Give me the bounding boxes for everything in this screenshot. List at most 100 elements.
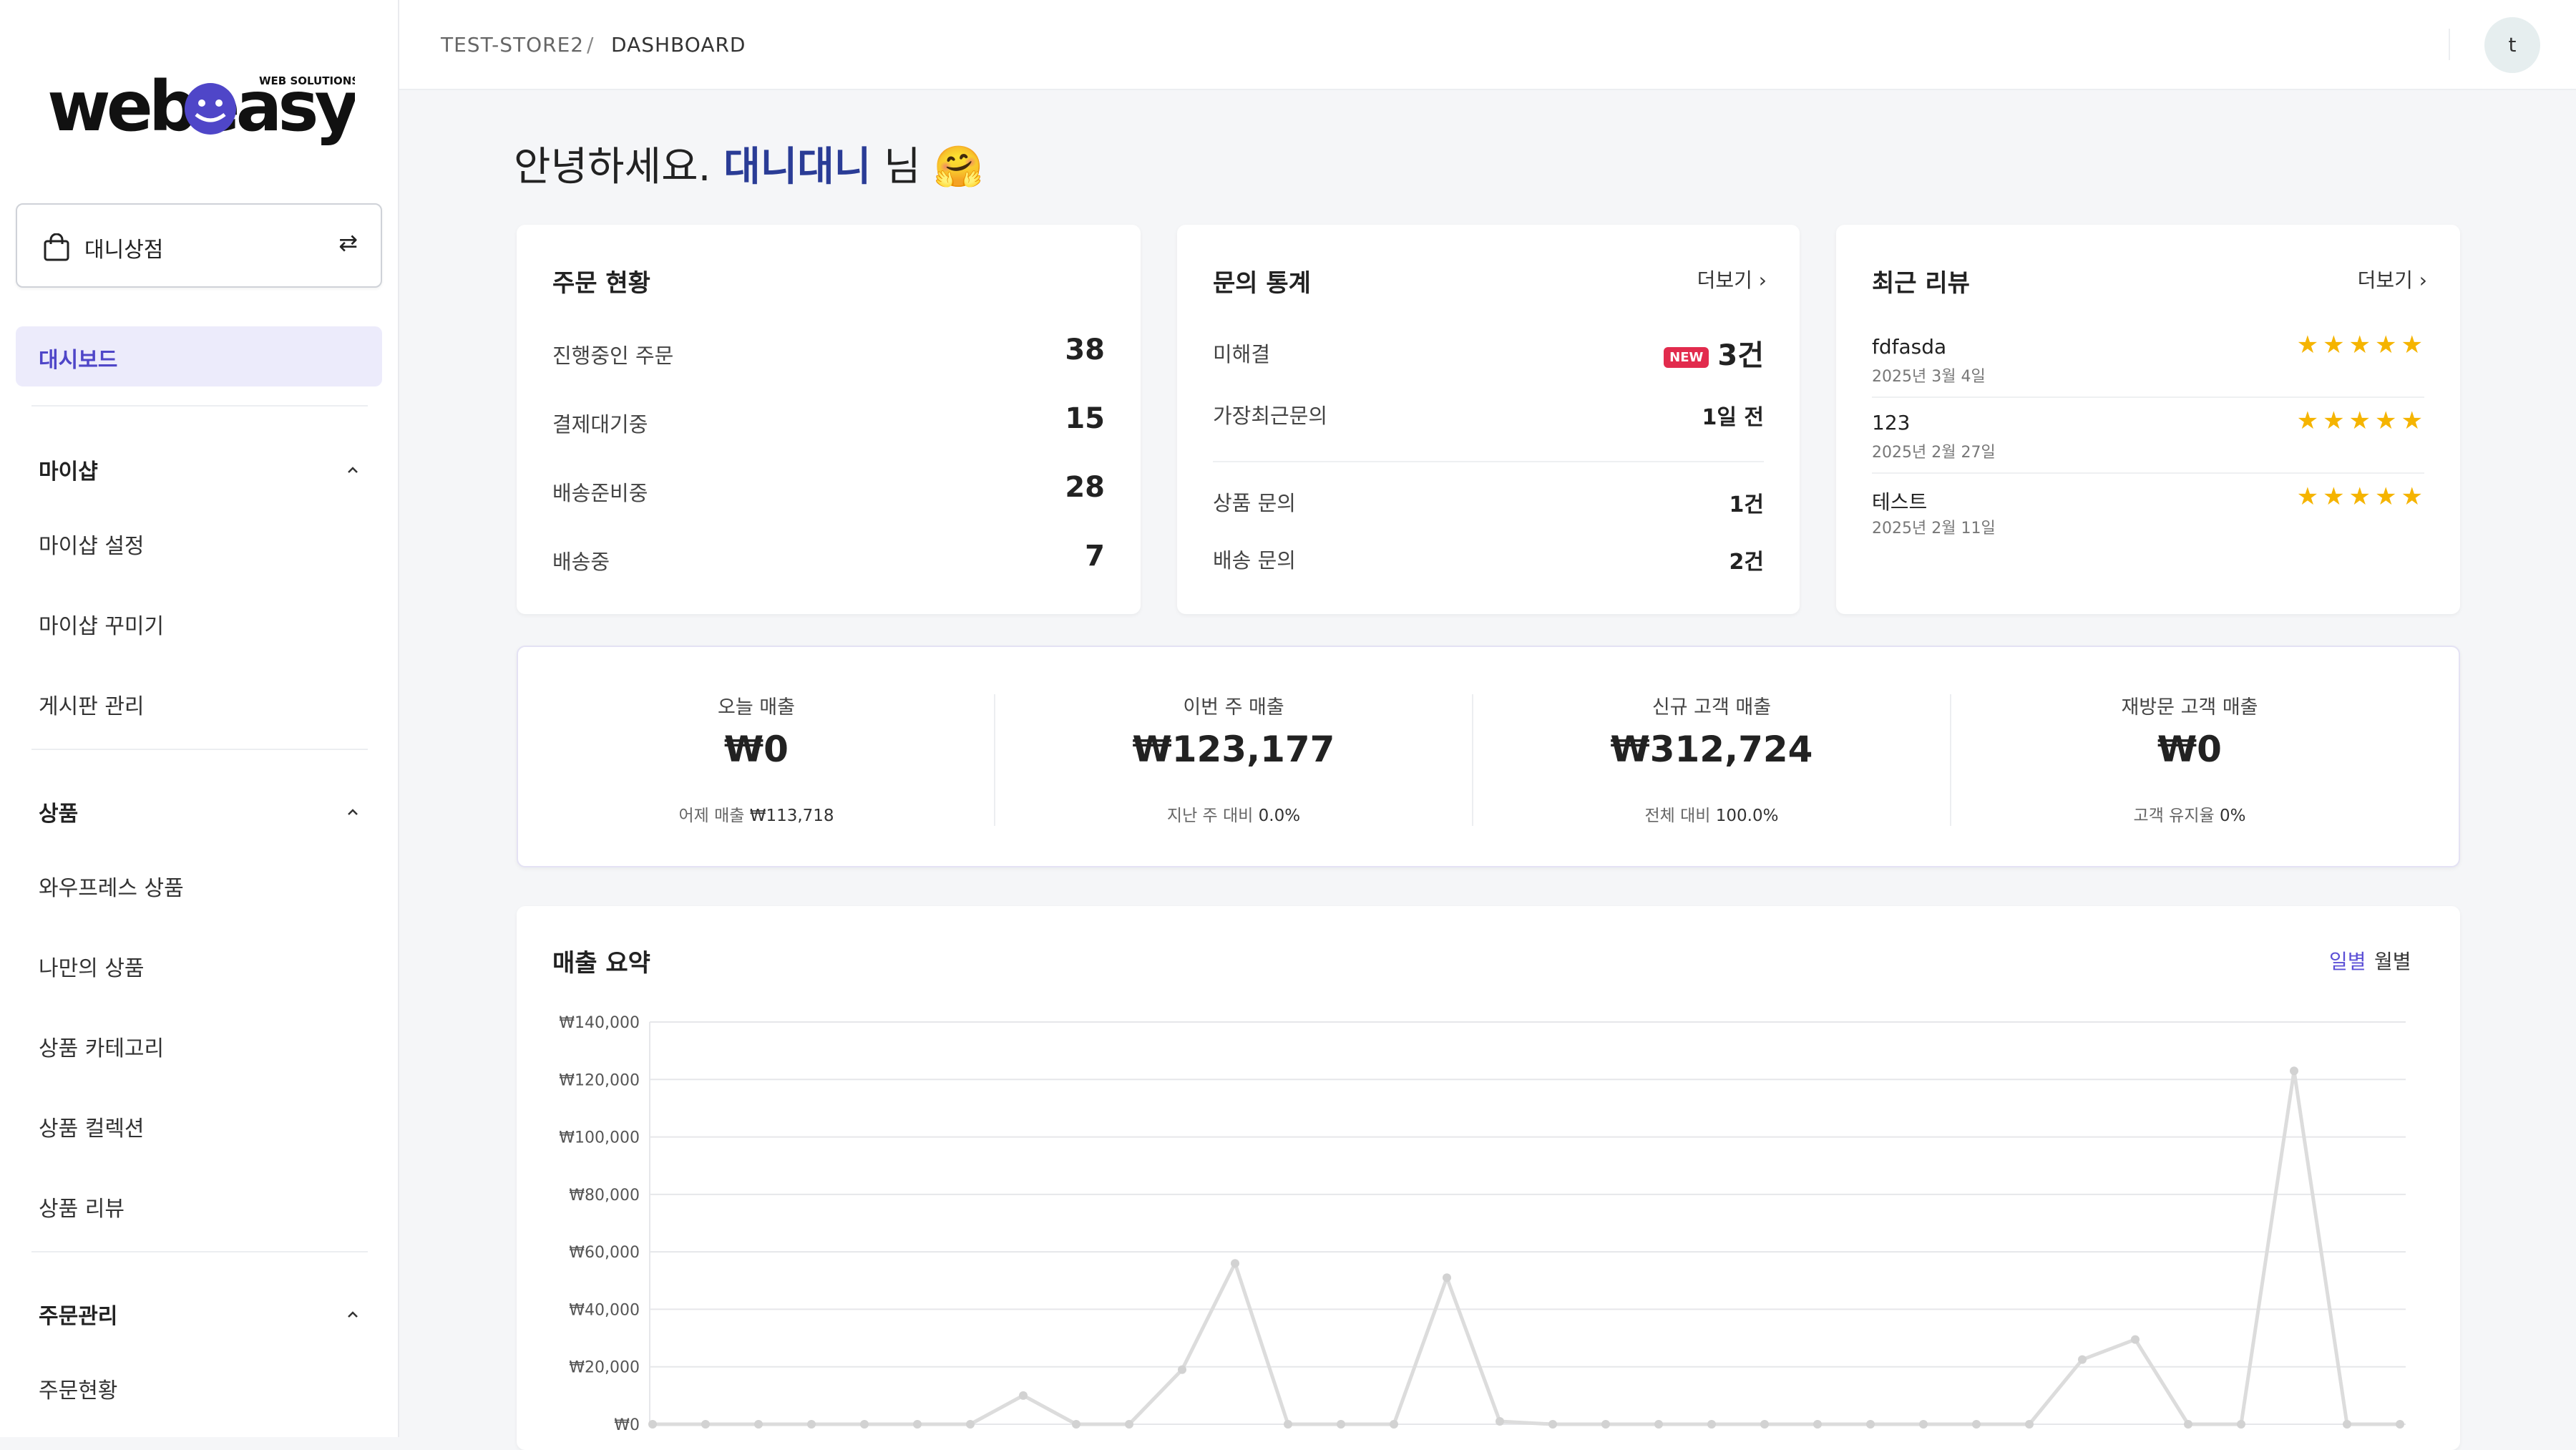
divider [2449, 29, 2450, 60]
greeting: 안녕하세요. 대니대니 님 🤗 [514, 135, 983, 193]
data-point[interactable] [913, 1420, 922, 1429]
sidebar-item-myshop-settings[interactable]: 마이샵 설정 [39, 528, 145, 560]
data-point[interactable] [2237, 1420, 2245, 1429]
stat-sub-value: 100.0% [1715, 807, 1779, 825]
breadcrumb-separator: / [587, 33, 594, 57]
card-title: 최근 리뷰 [1872, 269, 1970, 298]
more-link[interactable]: 더보기 › [1697, 265, 1767, 293]
sidebar-item-order-status[interactable]: 주문현황 [39, 1373, 117, 1404]
swap-icon[interactable]: ⇄ [338, 229, 358, 256]
stat-new-customer-sales: 신규 고객 매출 ₩312,724 전체 대비 100.0% [1473, 647, 1950, 869]
sales-series-line [653, 1069, 2400, 1426]
data-point[interactable] [2290, 1066, 2298, 1076]
data-point[interactable] [701, 1420, 710, 1429]
stat-label: 재방문 고객 매출 [2121, 696, 2258, 719]
data-point[interactable] [807, 1420, 816, 1429]
y-tick-label: ₩60,000 [569, 1244, 640, 1262]
data-point[interactable] [1178, 1365, 1186, 1374]
y-tick-label: ₩80,000 [569, 1187, 640, 1205]
inquiry-row-label: 배송 문의 [1213, 548, 1296, 573]
sidebar-item-dashboard[interactable]: 대시보드 [16, 326, 382, 386]
breadcrumb-store[interactable]: TEST-STORE2 [441, 33, 584, 57]
data-point[interactable] [1072, 1420, 1080, 1429]
review-author[interactable]: 테스트 [1872, 487, 1927, 515]
stat-sub-label: 고객 유지율 [2133, 807, 2215, 825]
sidebar-item-wowpress-products[interactable]: 와우프레스 상품 [39, 870, 184, 902]
section-myshop[interactable]: 마이샵 [39, 454, 98, 485]
sidebar-item-board-manage[interactable]: 게시판 관리 [39, 688, 145, 720]
chevron-up-icon[interactable] [346, 464, 359, 477]
data-point[interactable] [966, 1420, 975, 1429]
data-point[interactable] [2078, 1355, 2087, 1364]
inquiry-row-value: 1건 [1729, 492, 1764, 517]
data-point[interactable] [1443, 1273, 1451, 1283]
data-point[interactable] [1919, 1420, 1928, 1429]
data-point[interactable] [754, 1420, 763, 1429]
section-products[interactable]: 상품 [39, 796, 78, 827]
order-row-value: 28 [1065, 471, 1105, 504]
stat-sub-label: 전체 대비 [1644, 807, 1711, 825]
data-point[interactable] [1125, 1420, 1133, 1429]
divider [31, 749, 368, 750]
more-label: 더보기 [2357, 268, 2413, 292]
data-point[interactable] [860, 1420, 869, 1429]
data-point[interactable] [1760, 1420, 1769, 1429]
data-point[interactable] [1866, 1420, 1875, 1429]
review-date: 2025년 2월 11일 [1872, 520, 1996, 537]
stat-week-sales: 이번 주 매출 ₩123,177 지난 주 대비 0.0% [995, 647, 1472, 869]
chevron-up-icon[interactable] [346, 1308, 359, 1321]
data-point[interactable] [2396, 1420, 2404, 1429]
data-point[interactable] [1019, 1391, 1028, 1400]
card-title: 주문 현황 [552, 269, 650, 298]
data-point[interactable] [2184, 1420, 2192, 1429]
sidebar-item-product-review[interactable]: 상품 리뷰 [39, 1191, 125, 1222]
review-author[interactable]: fdfasda [1872, 335, 1946, 359]
y-tick-label: ₩120,000 [559, 1071, 640, 1089]
data-point[interactable] [1707, 1420, 1716, 1429]
inquiry-row-label: 가장최근문의 [1213, 404, 1328, 428]
webeasy-logo[interactable]: WEB SOLUTIONS webeasy [47, 72, 355, 152]
y-tick-label: ₩140,000 [559, 1014, 640, 1032]
sidebar-item-product-collection[interactable]: 상품 컬렉션 [39, 1111, 145, 1142]
data-point[interactable] [2025, 1420, 2034, 1429]
data-point[interactable] [1284, 1420, 1292, 1429]
store-switcher[interactable]: 대니상점 ⇄ [16, 203, 382, 288]
stat-sub: 어제 매출 ₩113,718 [518, 802, 995, 826]
more-link[interactable]: 더보기 › [2358, 265, 2427, 293]
data-point[interactable] [2343, 1420, 2351, 1429]
stat-value: ₩0 [724, 729, 789, 770]
data-point[interactable] [1813, 1420, 1822, 1429]
stat-sub-value: 0% [2219, 807, 2246, 825]
sidebar-item-my-products[interactable]: 나만의 상품 [39, 950, 145, 982]
data-point[interactable] [1337, 1420, 1345, 1429]
sidebar-item-product-category[interactable]: 상품 카테고리 [39, 1031, 164, 1062]
stat-label: 신규 고객 매출 [1652, 696, 1772, 719]
data-point[interactable] [2131, 1335, 2140, 1344]
new-badge: NEW [1664, 346, 1709, 368]
breadcrumb-current: DASHBOARD [611, 33, 746, 57]
data-point[interactable] [1548, 1420, 1557, 1429]
avatar[interactable]: t [2484, 17, 2540, 73]
section-orders[interactable]: 주문관리 [39, 1298, 117, 1330]
review-author[interactable]: 123 [1872, 411, 1910, 434]
data-point[interactable] [1496, 1416, 1504, 1426]
data-point[interactable] [1972, 1420, 1981, 1429]
chevron-up-icon[interactable] [346, 806, 359, 819]
y-tick-label: ₩100,000 [559, 1129, 640, 1147]
stat-value: ₩123,177 [1132, 729, 1335, 770]
order-row-value: 38 [1065, 334, 1105, 366]
data-point[interactable] [1601, 1420, 1610, 1429]
data-point[interactable] [648, 1420, 657, 1429]
sidebar: WEB SOLUTIONS webeasy 대니상점 ⇄ 대시보드 마이샵 마이… [0, 0, 399, 1437]
order-row-label: 배송중 [552, 550, 610, 574]
sidebar-item-label: 대시보드 [39, 348, 118, 373]
sales-summary-card: 매출 요약 일별 월별 ₩0 ₩20,000 ₩40,000 ₩60,000 ₩80,0… [517, 906, 2460, 1450]
divider [31, 1251, 368, 1252]
sidebar-item-myshop-design[interactable]: 마이샵 꾸미기 [39, 608, 164, 640]
data-point[interactable] [1390, 1420, 1398, 1429]
y-tick-label: ₩0 [614, 1416, 640, 1434]
stat-sub: 지난 주 대비 0.0% [995, 802, 1472, 826]
data-point[interactable] [1654, 1420, 1663, 1429]
data-point[interactable] [1231, 1259, 1239, 1268]
star-rating: ★★★★★ [2296, 407, 2427, 435]
